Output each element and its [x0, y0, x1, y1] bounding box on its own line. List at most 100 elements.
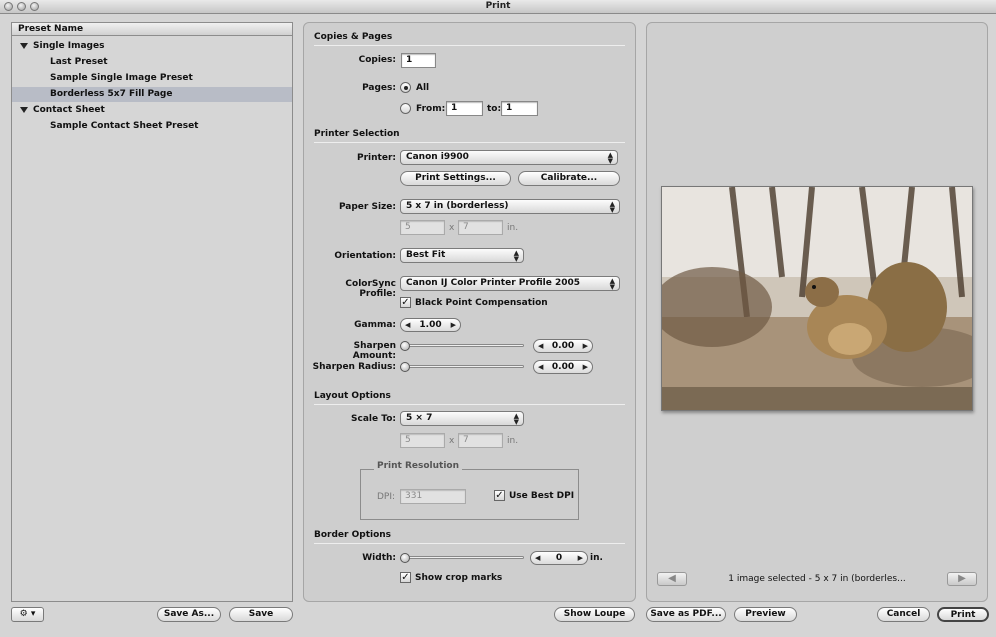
- section-title-printer: Printer Selection: [314, 129, 400, 139]
- section-title-layout: Layout Options: [314, 391, 391, 401]
- preset-column-header: Preset Name: [12, 23, 292, 36]
- popup-arrows-icon: ▲ ▼: [513, 412, 519, 426]
- pages-to-field[interactable]: 1: [501, 101, 538, 116]
- increment-icon[interactable]: ▶: [583, 340, 588, 352]
- next-image-button[interactable]: ▶: [947, 572, 977, 586]
- popup-arrows-icon: ▲ ▼: [513, 249, 519, 263]
- black-point-checkbox[interactable]: ✓: [400, 297, 411, 308]
- cancel-button[interactable]: Cancel: [877, 607, 930, 622]
- sharpen-radius-slider[interactable]: [404, 365, 524, 368]
- border-width-value: 0: [555, 553, 563, 563]
- use-best-dpi-checkbox[interactable]: ✓: [494, 490, 505, 501]
- paper-x-label: x: [449, 223, 455, 233]
- pages-from-label: From:: [416, 104, 446, 114]
- scale-unit-label: in.: [507, 436, 519, 446]
- preset-item[interactable]: Last Preset: [12, 55, 292, 70]
- print-settings-button[interactable]: Print Settings...: [400, 171, 511, 186]
- sharpen-amount-label: Sharpen Amount:: [352, 341, 396, 361]
- zoom-window-icon[interactable]: [30, 2, 39, 11]
- section-title-copies-pages: Copies & Pages: [314, 32, 393, 42]
- show-crop-marks-checkbox[interactable]: ✓: [400, 572, 411, 583]
- print-window: Print Preset Name Single Images Last Pre…: [0, 0, 996, 637]
- border-width-slider[interactable]: [404, 556, 524, 559]
- preview-status-text: 1 image selected - 5 x 7 in (borderles..…: [728, 574, 906, 584]
- paper-width-field: 5: [400, 220, 445, 235]
- pages-to-label: to:: [487, 104, 502, 114]
- preview-button[interactable]: Preview: [734, 607, 797, 622]
- gamma-stepper[interactable]: ◀ 1.00 ▶: [400, 318, 461, 332]
- preset-item[interactable]: Sample Contact Sheet Preset: [12, 119, 292, 134]
- sharpen-amount-stepper[interactable]: ◀ 0.00 ▶: [533, 339, 593, 353]
- preset-list: Preset Name Single Images Last Preset Sa…: [11, 22, 293, 602]
- increment-icon[interactable]: ▶: [451, 319, 456, 331]
- increment-icon[interactable]: ▶: [578, 552, 583, 564]
- border-width-knob[interactable]: [400, 553, 410, 563]
- copies-field[interactable]: 1: [401, 53, 436, 68]
- use-best-dpi-label: Use Best DPI: [509, 491, 575, 501]
- border-width-label: Width:: [362, 553, 396, 563]
- decrement-icon[interactable]: ◀: [535, 552, 540, 564]
- save-button[interactable]: Save: [229, 607, 293, 622]
- orientation-popup[interactable]: Best Fit ▲ ▼: [400, 248, 524, 263]
- printer-label: Printer:: [357, 153, 396, 163]
- show-loupe-button[interactable]: Show Loupe: [554, 607, 635, 622]
- scale-to-popup[interactable]: 5 × 7 ▲ ▼: [400, 411, 524, 426]
- decrement-icon[interactable]: ◀: [538, 361, 543, 373]
- sharpen-radius-stepper[interactable]: ◀ 0.00 ▶: [533, 360, 593, 374]
- disclosure-triangle-icon[interactable]: [20, 106, 28, 113]
- scale-x-label: x: [449, 436, 455, 446]
- section-divider: [314, 543, 625, 544]
- sharpen-amount-knob[interactable]: [400, 341, 410, 351]
- popup-arrows-icon: ▲ ▼: [609, 200, 615, 214]
- colorsync-popup[interactable]: Canon IJ Color Printer Profile 2005 ▲ ▼: [400, 276, 620, 291]
- gear-menu-button[interactable]: ⚙ ▾: [11, 607, 44, 622]
- preset-item[interactable]: Sample Single Image Preset: [12, 71, 292, 86]
- show-crop-marks-label: Show crop marks: [415, 573, 503, 583]
- increment-icon[interactable]: ▶: [583, 361, 588, 373]
- print-settings-panel: Copies & Pages Copies: 1 Pages: All From…: [303, 22, 636, 602]
- border-unit-label: in.: [590, 553, 603, 563]
- title-bar: Print: [0, 0, 996, 14]
- colorsync-value: Canon IJ Color Printer Profile 2005: [406, 278, 581, 288]
- window-title: Print: [485, 1, 511, 11]
- paper-size-label: Paper Size:: [338, 202, 396, 212]
- paper-size-popup[interactable]: 5 x 7 in (borderless) ▲ ▼: [400, 199, 620, 214]
- preset-item-selected[interactable]: Borderless 5x7 Fill Page: [12, 87, 292, 102]
- sharpen-amount-value: 0.00: [551, 341, 575, 351]
- pages-all-radio[interactable]: [400, 82, 411, 93]
- scale-width-field: 5: [400, 433, 445, 448]
- squirrel-photo-preview: [661, 186, 973, 411]
- preset-group-contact-sheet[interactable]: Contact Sheet: [12, 103, 292, 118]
- scale-height-field: 7: [458, 433, 503, 448]
- copies-label: Copies:: [358, 55, 396, 65]
- print-button[interactable]: Print: [937, 607, 989, 622]
- dpi-label: DPI:: [377, 492, 396, 502]
- printer-value: Canon i9900: [406, 152, 469, 162]
- close-window-icon[interactable]: [4, 2, 13, 11]
- sharpen-radius-label: Sharpen Radius:: [312, 362, 396, 372]
- printer-popup[interactable]: Canon i9900 ▲ ▼: [400, 150, 618, 165]
- disclosure-triangle-icon[interactable]: [20, 42, 28, 49]
- save-as-pdf-button[interactable]: Save as PDF...: [646, 607, 726, 622]
- print-preview-panel: ◀ 1 image selected - 5 x 7 in (borderles…: [646, 22, 988, 602]
- decrement-icon[interactable]: ◀: [538, 340, 543, 352]
- orientation-value: Best Fit: [406, 250, 446, 260]
- pages-from-field[interactable]: 1: [446, 101, 483, 116]
- black-point-label: Black Point Compensation: [415, 298, 548, 308]
- section-divider: [314, 142, 625, 143]
- previous-image-button[interactable]: ◀: [657, 572, 687, 586]
- photo-illustration: [662, 187, 972, 410]
- print-resolution-title: Print Resolution: [374, 461, 463, 471]
- sharpen-amount-slider[interactable]: [404, 344, 524, 347]
- sharpen-radius-knob[interactable]: [400, 362, 410, 372]
- pages-from-radio[interactable]: [400, 103, 411, 114]
- scale-to-value: 5 × 7: [406, 413, 433, 423]
- minimize-window-icon[interactable]: [17, 2, 26, 11]
- border-width-stepper[interactable]: ◀ 0 ▶: [530, 551, 588, 565]
- decrement-icon[interactable]: ◀: [405, 319, 410, 331]
- save-as-button[interactable]: Save As...: [157, 607, 221, 622]
- paper-height-field: 7: [458, 220, 503, 235]
- calibrate-button[interactable]: Calibrate...: [518, 171, 620, 186]
- section-divider: [314, 404, 625, 405]
- preset-group-single-images[interactable]: Single Images: [12, 39, 292, 54]
